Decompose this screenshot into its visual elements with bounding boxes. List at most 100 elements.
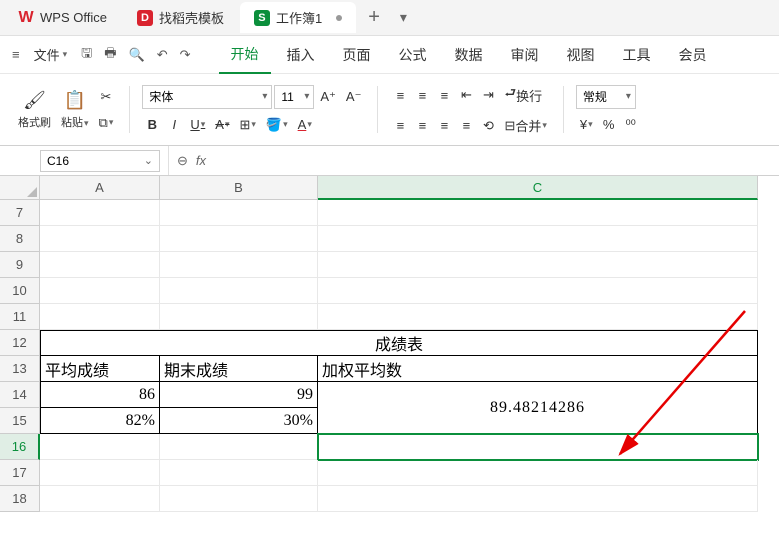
tab-page[interactable]: 页面 — [331, 37, 383, 73]
cell-b9[interactable] — [160, 252, 318, 278]
preview-icon[interactable]: 🔍 — [125, 43, 149, 67]
cell-c8[interactable] — [318, 226, 758, 252]
cell-b16[interactable] — [160, 434, 318, 460]
tab-member[interactable]: 会员 — [667, 37, 719, 73]
tab-formula[interactable]: 公式 — [387, 37, 439, 73]
increase-font-button[interactable]: A⁺ — [316, 87, 340, 107]
col-header-a[interactable]: A — [40, 176, 160, 200]
workbook-tab[interactable]: S 工作簿1 — [240, 2, 356, 33]
cell-b11[interactable] — [160, 304, 318, 330]
tab-menu-button[interactable]: ▾ — [390, 9, 417, 26]
tab-data[interactable]: 数据 — [443, 37, 495, 73]
tab-view[interactable]: 视图 — [555, 37, 607, 73]
cell-c9[interactable] — [318, 252, 758, 278]
tab-insert[interactable]: 插入 — [275, 37, 327, 73]
tab-review[interactable]: 审阅 — [499, 37, 551, 73]
cell-b17[interactable] — [160, 460, 318, 486]
save-icon[interactable]: 🖫 — [77, 40, 96, 70]
cell-a7[interactable] — [40, 200, 160, 226]
strikethrough-button[interactable]: A▾ — [211, 115, 233, 134]
redo-icon[interactable]: ↷ — [176, 43, 195, 67]
row-header-18[interactable]: 18 — [0, 486, 40, 512]
undo-icon[interactable]: ↶ — [153, 43, 172, 67]
cell-a10[interactable] — [40, 278, 160, 304]
col-header-b[interactable]: B — [160, 176, 318, 200]
cell-a17[interactable] — [40, 460, 160, 486]
decrease-font-button[interactable]: A⁻ — [342, 87, 366, 107]
row-header-13[interactable]: 13 — [0, 356, 40, 382]
comma-button[interactable]: ⁰⁰ — [621, 115, 641, 135]
wrap-text-button[interactable]: ⮐换行 — [500, 82, 546, 108]
justify-button[interactable]: ≡ — [456, 116, 476, 135]
format-painter-button[interactable]: 🖌 格式刷 — [14, 88, 55, 132]
decrease-indent-button[interactable]: ⇤ — [456, 85, 476, 105]
font-color-button[interactable]: A▾ — [294, 115, 316, 134]
underline-button[interactable]: U▾ — [186, 115, 209, 134]
align-left-button[interactable]: ≡ — [390, 116, 410, 135]
currency-button[interactable]: ¥▾ — [576, 115, 597, 134]
cell-b8[interactable] — [160, 226, 318, 252]
fill-color-button[interactable]: 🪣▾ — [262, 115, 292, 135]
cell-c11[interactable] — [318, 304, 758, 330]
cancel-formula-icon[interactable]: ⊖ — [177, 153, 188, 169]
col-header-c[interactable]: C — [318, 176, 758, 200]
cell-a9[interactable] — [40, 252, 160, 278]
orientation-button[interactable]: ⟲ — [478, 116, 498, 136]
app-tab[interactable]: W WPS Office — [4, 4, 121, 32]
border-button[interactable]: ⊞▾ — [235, 115, 259, 135]
cell-title[interactable]: 成绩表 — [40, 330, 758, 356]
row-header-14[interactable]: 14 — [0, 382, 40, 408]
number-format-select[interactable]: 常规 — [576, 85, 636, 109]
cut-button[interactable]: ✂ — [95, 87, 118, 107]
template-tab[interactable]: D 找稻壳模板 — [123, 2, 238, 33]
new-tab-button[interactable]: + — [358, 6, 390, 29]
cell-a16[interactable] — [40, 434, 160, 460]
row-header-9[interactable]: 9 — [0, 252, 40, 278]
cell-a15[interactable]: 82% — [40, 408, 160, 434]
cell-c18[interactable] — [318, 486, 758, 512]
tab-start[interactable]: 开始 — [219, 36, 271, 74]
cell-b7[interactable] — [160, 200, 318, 226]
print-icon[interactable]: 🖶 — [100, 40, 120, 70]
cell-c17[interactable] — [318, 460, 758, 486]
cell-a13[interactable]: 平均成绩 — [40, 356, 160, 382]
spreadsheet-grid[interactable]: A B C 789101112131415161718 成绩表平均成绩期末成绩加… — [0, 176, 779, 551]
tab-tools[interactable]: 工具 — [611, 37, 663, 73]
row-header-16[interactable]: 16 — [0, 434, 40, 460]
merge-button[interactable]: ⊟合并▾ — [500, 114, 550, 137]
file-menu[interactable]: 文件▾ — [28, 41, 74, 68]
cell-a8[interactable] — [40, 226, 160, 252]
row-header-15[interactable]: 15 — [0, 408, 40, 434]
cell-a11[interactable] — [40, 304, 160, 330]
percent-button[interactable]: % — [599, 115, 619, 134]
row-header-17[interactable]: 17 — [0, 460, 40, 486]
row-header-7[interactable]: 7 — [0, 200, 40, 226]
cell-c13[interactable]: 加权平均数 — [318, 356, 758, 382]
italic-button[interactable]: I — [164, 115, 184, 134]
menu-hamburger-icon[interactable]: ≡ — [8, 43, 24, 66]
cell-c16[interactable] — [318, 434, 758, 460]
name-box[interactable]: C16 — [40, 150, 160, 172]
row-header-10[interactable]: 10 — [0, 278, 40, 304]
align-right-button[interactable]: ≡ — [434, 116, 454, 135]
font-name-select[interactable]: 宋体 — [142, 85, 272, 109]
align-bottom-button[interactable]: ≡ — [434, 86, 454, 105]
cell-b18[interactable] — [160, 486, 318, 512]
font-size-select[interactable]: 11 — [274, 85, 314, 109]
row-header-8[interactable]: 8 — [0, 226, 40, 252]
align-middle-button[interactable]: ≡ — [412, 86, 432, 105]
cell-a14[interactable]: 86 — [40, 382, 160, 408]
fx-icon[interactable]: fx — [196, 153, 206, 168]
cell-c14-15[interactable]: 89.48214286 — [318, 382, 758, 434]
select-all-corner[interactable] — [0, 176, 40, 200]
align-center-button[interactable]: ≡ — [412, 116, 432, 135]
formula-input[interactable] — [214, 146, 771, 175]
align-top-button[interactable]: ≡ — [390, 86, 410, 105]
paste-button[interactable]: 📋 粘贴▾ — [57, 88, 93, 132]
cell-c10[interactable] — [318, 278, 758, 304]
copy-button[interactable]: ⧉▾ — [95, 113, 118, 133]
bold-button[interactable]: B — [142, 115, 162, 134]
row-header-12[interactable]: 12 — [0, 330, 40, 356]
cell-b14[interactable]: 99 — [160, 382, 318, 408]
cell-c7[interactable] — [318, 200, 758, 226]
